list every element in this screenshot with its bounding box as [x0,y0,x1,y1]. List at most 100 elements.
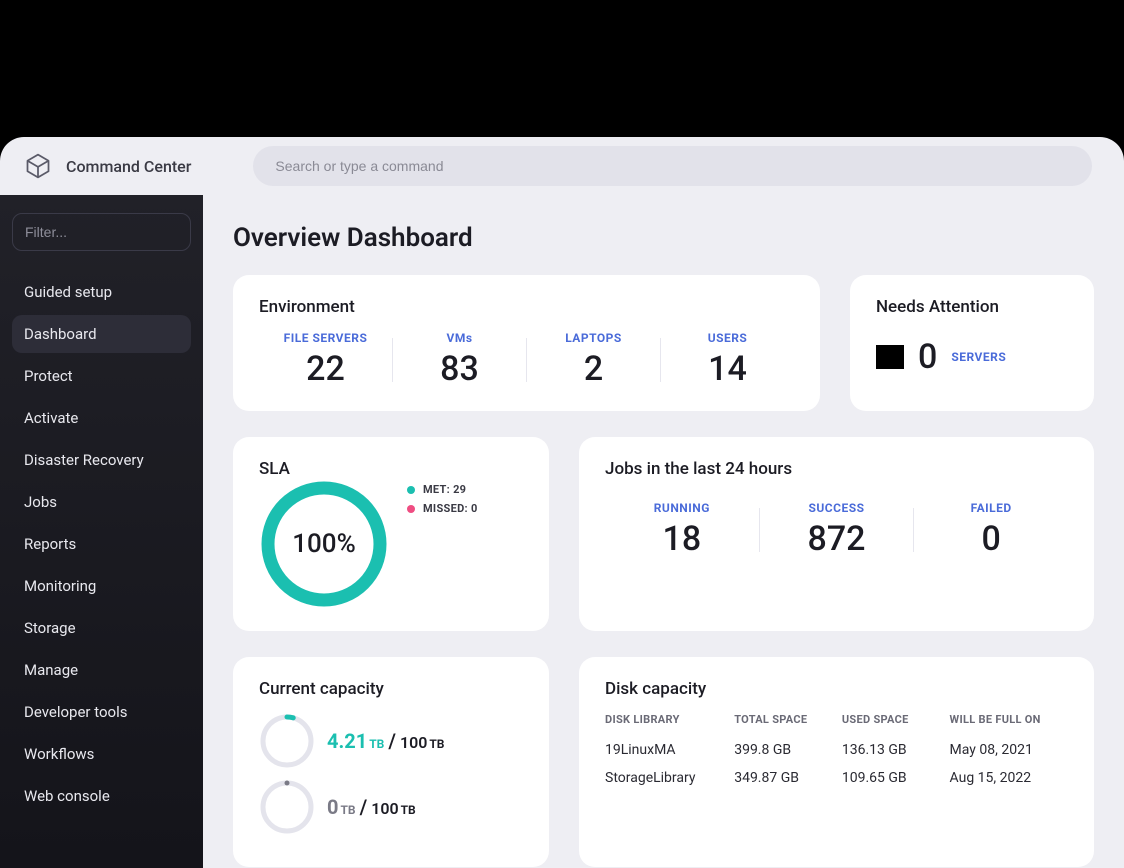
cube-logo-icon [24,152,52,180]
sidebar-item-activate[interactable]: Activate [12,399,191,437]
needs-body: 0 SERVERS [876,331,1068,377]
sidebar-item-disaster-recovery[interactable]: Disaster Recovery [12,441,191,479]
page-title: Overview Dashboard [233,223,1094,253]
jobs-stat-label: FAILED [914,501,1068,515]
jobs-stat-value: 18 [605,519,759,559]
capacity-row: 0 TB/100TB [259,779,523,835]
sla-percent: 100% [259,479,389,609]
capacity-rows: 4.21 TB/100TB 0 TB/100TB [259,713,523,835]
disk-title: Disk capacity [605,679,1068,699]
needs-attention-card: Needs Attention 0 SERVERS [850,275,1094,411]
sla-card: SLA 100% MET: 29 [233,437,549,631]
jobs-stat-value: 0 [914,519,1068,559]
row-1: Environment FILE SERVERS 22VMs 83LAPTOPS 2U… [233,275,1094,411]
sidebar-item-jobs[interactable]: Jobs [12,483,191,521]
capacity-card: Current capacity 4.21 TB/100TB 0 TB/100TB [233,657,549,867]
disk-table-head: DISK LIBRARY TOTAL SPACE USED SPACE WILL… [605,713,1068,736]
sidebar-item-reports[interactable]: Reports [12,525,191,563]
sidebar: Guided setup Dashboard Protect Activate Disa… [0,195,203,868]
needs-label: SERVERS [951,350,1006,364]
capacity-title: Current capacity [259,679,523,699]
capacity-text: 0 TB/100TB [327,795,416,819]
nav-list: Guided setup Dashboard Protect Activate Disa… [12,273,191,815]
environment-stats: FILE SERVERS 22VMs 83LAPTOPS 2USERS 14 [259,331,794,389]
sidebar-item-protect[interactable]: Protect [12,357,191,395]
topbar: Command Center [0,137,1124,195]
col-used: USED SPACE [842,713,950,726]
sla-title: SLA [259,459,290,479]
search-wrap [253,146,1092,186]
dot-icon [407,505,415,513]
env-stat-label: USERS [661,331,794,345]
disk-rows: 19LinuxMA399.8 GB136.13 GBMay 08, 2021St… [605,736,1068,792]
jobs-stat[interactable]: FAILED 0 [914,501,1068,559]
disk-table: DISK LIBRARY TOTAL SPACE USED SPACE WILL… [605,713,1068,792]
sidebar-filter-input[interactable] [12,213,191,251]
sla-legend: MET: 29 MISSED: 0 [407,483,478,515]
dot-icon [407,486,415,494]
brand-text: Command Center [66,157,191,176]
capacity-ring-icon [259,713,315,769]
jobs-stat-value: 872 [760,519,914,559]
capacity-ring-icon [259,779,315,835]
needs-title: Needs Attention [876,297,1068,317]
cell-library: 19LinuxMA [605,742,734,758]
sidebar-item-web-console[interactable]: Web console [12,777,191,815]
sidebar-item-guided-setup[interactable]: Guided setup [12,273,191,311]
sidebar-item-storage[interactable]: Storage [12,609,191,647]
env-stat[interactable]: USERS 14 [661,331,794,389]
disk-card: Disk capacity DISK LIBRARY TOTAL SPACE U… [579,657,1094,867]
cell-used: 136.13 GB [842,742,950,758]
env-stat-label: VMs [393,331,526,345]
cell-total: 349.87 GB [734,770,842,786]
env-stat-value: 14 [661,349,794,389]
legend-missed: MISSED: 0 [407,502,478,515]
sla-body: 100% MET: 29 MISSED: 0 [259,479,523,609]
legend-missed-text: MISSED: 0 [423,502,478,515]
col-library: DISK LIBRARY [605,713,734,726]
col-total: TOTAL SPACE [734,713,842,726]
env-stat[interactable]: LAPTOPS 2 [527,331,660,389]
needs-value: 0 [918,337,937,377]
env-stat[interactable]: VMs 83 [393,331,526,389]
sidebar-item-dashboard[interactable]: Dashboard [12,315,191,353]
jobs-stat[interactable]: RUNNING 18 [605,501,759,559]
env-stat-label: LAPTOPS [527,331,660,345]
search-input[interactable] [253,146,1092,186]
jobs-title: Jobs in the last 24 hours [605,459,1068,479]
cell-library: StorageLibrary [605,770,734,786]
main-content: Overview Dashboard Environment FILE SERV… [203,195,1124,868]
cell-total: 399.8 GB [734,742,842,758]
env-stat-value: 83 [393,349,526,389]
sidebar-item-developer-tools[interactable]: Developer tools [12,693,191,731]
env-stat-value: 2 [527,349,660,389]
app-window: Command Center Guided setup Dashboard Prot… [0,137,1124,868]
row-2: SLA 100% MET: 29 [233,437,1094,631]
body-area: Guided setup Dashboard Protect Activate Disa… [0,195,1124,868]
sla-donut-chart: 100% [259,479,389,609]
jobs-stat-label: RUNNING [605,501,759,515]
jobs-card: Jobs in the last 24 hours RUNNING 18SUCCE… [579,437,1094,631]
legend-met-text: MET: 29 [423,483,466,496]
cell-full: May 08, 2021 [950,742,1068,758]
table-row[interactable]: StorageLibrary349.87 GB109.65 GBAug 15, … [605,764,1068,792]
env-stat-value: 22 [259,349,392,389]
jobs-stats: RUNNING 18SUCCESS 872FAILED 0 [605,493,1068,559]
sidebar-item-monitoring[interactable]: Monitoring [12,567,191,605]
jobs-stat-label: SUCCESS [760,501,914,515]
capacity-row: 4.21 TB/100TB [259,713,523,769]
env-stat[interactable]: FILE SERVERS 22 [259,331,392,389]
sidebar-item-workflows[interactable]: Workflows [12,735,191,773]
legend-met: MET: 29 [407,483,478,496]
environment-card: Environment FILE SERVERS 22VMs 83LAPTOPS 2U… [233,275,820,411]
cell-used: 109.65 GB [842,770,950,786]
env-stat-label: FILE SERVERS [259,331,392,345]
cell-full: Aug 15, 2022 [950,770,1068,786]
jobs-stat[interactable]: SUCCESS 872 [760,501,914,559]
capacity-text: 4.21 TB/100TB [327,729,444,753]
row-3: Current capacity 4.21 TB/100TB 0 TB/100TB… [233,657,1094,867]
environment-title: Environment [259,297,794,317]
table-row[interactable]: 19LinuxMA399.8 GB136.13 GBMay 08, 2021 [605,736,1068,764]
status-indicator-icon [876,345,904,369]
sidebar-item-manage[interactable]: Manage [12,651,191,689]
